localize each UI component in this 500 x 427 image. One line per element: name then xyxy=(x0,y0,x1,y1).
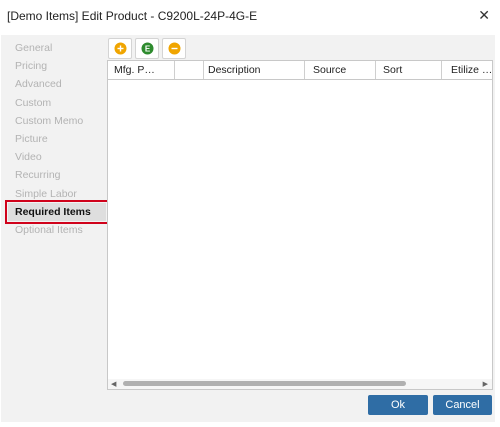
remove-button[interactable] xyxy=(162,38,186,59)
ok-button[interactable]: Ok xyxy=(368,395,428,415)
edit-product-dialog: [Demo Items] Edit Product - C9200L-24P-4… xyxy=(0,0,500,427)
dialog-titlebar: [Demo Items] Edit Product - C9200L-24P-4… xyxy=(0,0,500,32)
edit-button[interactable]: E xyxy=(135,38,159,59)
column-header-sort[interactable]: Sort xyxy=(376,61,442,79)
sidebar-item-picture[interactable]: Picture xyxy=(6,130,106,148)
column-header-etilize[interactable]: Etilize … xyxy=(442,61,492,79)
edit-icon-glyph: E xyxy=(144,44,150,53)
grid-toolbar: E xyxy=(108,38,186,59)
scroll-left-icon[interactable]: ◀ xyxy=(111,380,116,388)
sidebar-item-custom-memo[interactable]: Custom Memo xyxy=(6,112,106,130)
sidebar-item-video[interactable]: Video xyxy=(6,148,106,166)
remove-icon xyxy=(168,42,180,55)
required-items-grid[interactable]: Mfg. P… Description Source Sort Etilize … xyxy=(107,60,493,390)
column-header-mfg-part[interactable]: Mfg. P… xyxy=(108,61,175,79)
horizontal-scrollbar[interactable]: ◀ ▶ xyxy=(108,379,492,389)
sidebar-item-custom[interactable]: Custom xyxy=(6,94,106,112)
column-header-blank[interactable] xyxy=(175,61,204,79)
sidebar-item-optional-items[interactable]: Optional Items xyxy=(6,221,106,239)
add-button[interactable] xyxy=(108,38,132,59)
dialog-title: [Demo Items] Edit Product - C9200L-24P-4… xyxy=(7,9,258,23)
sidebar-item-required-items[interactable]: Required Items xyxy=(5,199,109,224)
dialog-body: General Pricing Advanced Custom Custom M… xyxy=(1,35,495,422)
sidebar-item-pricing[interactable]: Pricing xyxy=(6,57,106,75)
add-icon xyxy=(114,42,126,55)
sidebar-item-general[interactable]: General xyxy=(6,39,106,57)
scrollbar-thumb[interactable] xyxy=(123,381,406,386)
sidebar: General Pricing Advanced Custom Custom M… xyxy=(5,39,109,239)
close-icon[interactable]: ✕ xyxy=(478,7,490,23)
cancel-button[interactable]: Cancel xyxy=(433,395,492,415)
scroll-right-icon[interactable]: ▶ xyxy=(483,380,488,388)
sidebar-item-recurring[interactable]: Recurring xyxy=(6,166,106,184)
edit-icon: E xyxy=(141,42,153,55)
column-header-source[interactable]: Source xyxy=(305,61,376,79)
grid-header: Mfg. P… Description Source Sort Etilize … xyxy=(108,61,492,80)
column-header-description[interactable]: Description xyxy=(204,61,305,79)
sidebar-item-simple-labor[interactable]: Simple Labor xyxy=(6,185,106,203)
sidebar-item-advanced[interactable]: Advanced xyxy=(6,75,106,93)
